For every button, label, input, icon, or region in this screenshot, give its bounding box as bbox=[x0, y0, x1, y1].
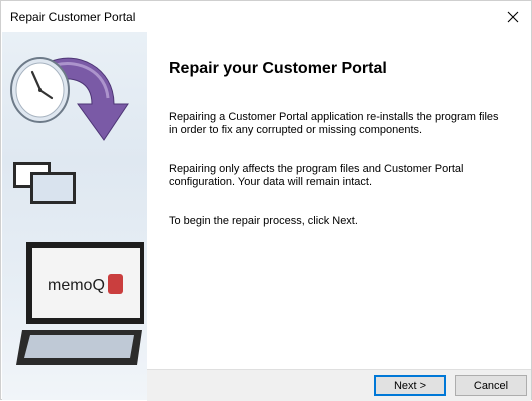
description-paragraph-1: Repairing a Customer Portal application … bbox=[169, 111, 499, 136]
next-button[interactable]: Next > bbox=[374, 375, 446, 396]
description-paragraph-2: Repairing only affects the program files… bbox=[169, 163, 464, 188]
installer-window: Repair Customer Portal memoQ Repair your… bbox=[0, 0, 532, 401]
memoq-logo: memoQ bbox=[48, 277, 105, 294]
windows-icon bbox=[13, 162, 76, 204]
instruction-paragraph: To begin the repair process, click Next. bbox=[169, 215, 358, 227]
clock-icon bbox=[10, 57, 70, 123]
sidebar-banner: memoQ bbox=[2, 32, 147, 400]
page-heading: Repair your Customer Portal bbox=[169, 60, 387, 77]
banner-illustration: memoQ bbox=[10, 57, 144, 365]
content-panel: Repair your Customer Portal Repairing a … bbox=[147, 32, 531, 369]
close-button[interactable] bbox=[501, 7, 525, 27]
window-title: Repair Customer Portal bbox=[10, 10, 136, 24]
close-icon bbox=[507, 11, 519, 23]
laptop-icon: memoQ bbox=[16, 242, 144, 365]
title-bar: Repair Customer Portal bbox=[1, 1, 531, 32]
cancel-button[interactable]: Cancel bbox=[455, 375, 527, 396]
